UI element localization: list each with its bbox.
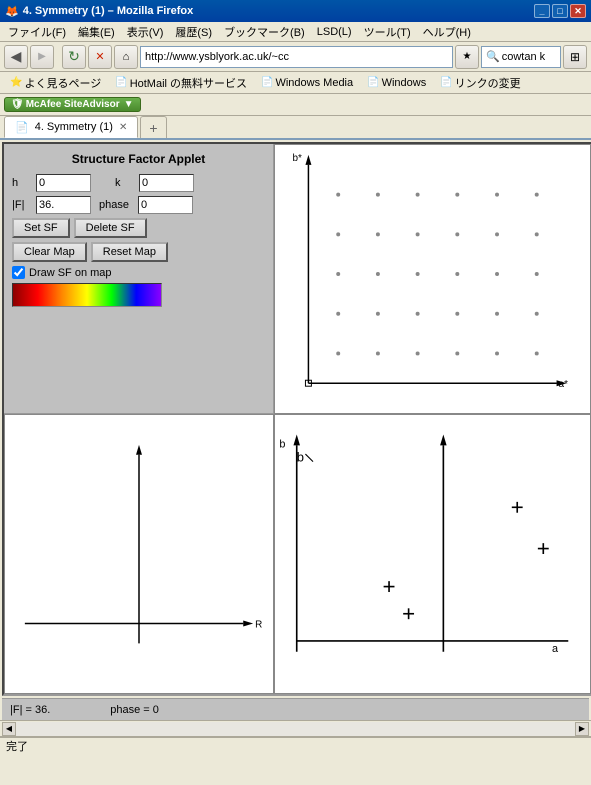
toolbar: ◀ ▶ ↻ ✕ ⌂ http://www.ysblyork.ac.uk/~cc … [0,42,591,72]
bookmark-favorites[interactable]: ⭐ よく見るページ [4,74,107,92]
recip-map[interactable]: a* b* [274,144,591,414]
scrollbar-left-btn[interactable]: ◀ [2,722,16,736]
search-bar[interactable]: 🔍 cowtan k [481,46,561,68]
scrollbar-area: ◀ ▶ [0,720,591,736]
scrollbar-track[interactable] [16,722,575,736]
dot-grid [336,193,538,356]
tab-label: 4. Symmetry (1) [35,121,113,133]
address-bar[interactable]: http://www.ysblyork.ac.uk/~cc [140,46,453,68]
real-space-panel[interactable]: R [4,414,274,694]
stop-button[interactable]: ✕ [88,45,112,69]
applet-container: Structure Factor Applet h k |F| phase Se… [2,142,591,696]
menu-history[interactable]: 履歴(S) [169,23,218,41]
button-row-2: Clear Map Reset Map [12,242,265,262]
if-status: |F| = 36. [10,704,50,716]
f-label: |F| [12,199,32,211]
reload-button[interactable]: ↻ [62,45,86,69]
titlebar-left: 🦊 4. Symmetry (1) – Mozilla Firefox [5,5,193,18]
real-space-svg: R [5,415,273,693]
menubar: ファイル(F) 編集(E) 表示(V) 履歴(S) ブックマーク(B) LSD(… [0,22,591,42]
bookmarks-bar: ⭐ よく見るページ 📄 HotMail の無料サービス 📄 Windows Me… [0,72,591,94]
mcafee-button[interactable]: 🛡 McAfee SiteAdvisor ▼ [4,97,141,112]
recip-y-label: b* [293,153,303,164]
tabbar: 📄 4. Symmetry (1) ✕ + [0,116,591,140]
electron-density-svg: a b b [275,415,590,693]
k-label: k [115,177,135,189]
delete-sf-button[interactable]: Delete SF [74,218,147,238]
titlebar-title: 4. Symmetry (1) – Mozilla Firefox [23,5,194,17]
active-tab[interactable]: 📄 4. Symmetry (1) ✕ [4,116,138,138]
real-x-label: R [255,619,262,630]
menu-help[interactable]: ヘルプ(H) [417,23,477,41]
forward-button[interactable]: ▶ [30,45,54,69]
close-button[interactable]: ✕ [570,4,586,18]
firefox-icon: 🦊 [5,5,19,18]
bookmark-icon-3: 📄 [367,77,379,88]
titlebar-controls[interactable]: _ □ ✕ [534,4,586,18]
bookmark-icon-0: ⭐ [10,77,22,88]
bookmark-icon-1: 📄 [115,77,127,88]
color-bar [12,283,162,307]
applet-title: Structure Factor Applet [12,152,265,166]
bookmark-links[interactable]: 📄 リンクの変更 [434,74,526,92]
reset-map-button[interactable]: Reset Map [91,242,168,262]
tab-icon: 📄 [15,121,29,134]
applet-statusbar: |F| = 36. phase = 0 [2,698,589,720]
menu-edit[interactable]: 編集(E) [72,23,121,41]
h-row: h k [12,174,265,192]
back-button[interactable]: ◀ [4,45,28,69]
bottom-right-y: b [279,439,285,451]
mcafee-bar: 🛡 McAfee SiteAdvisor ▼ [0,94,591,116]
density-peaks [384,502,549,619]
titlebar: 🦊 4. Symmetry (1) – Mozilla Firefox _ □ … [0,0,591,22]
button-row-1: Set SF Delete SF [12,218,265,238]
phase-label: phase [99,199,134,211]
address-text: http://www.ysblyork.ac.uk/~cc [145,51,289,63]
electron-density-panel[interactable]: a b b [274,414,591,694]
bookmark-windows[interactable]: 📄 Windows [361,76,432,90]
h-input[interactable] [36,174,91,192]
draw-sf-label: Draw SF on map [29,267,112,279]
mcafee-icon: 🛡 [11,99,24,110]
home-button[interactable]: ⌂ [114,45,138,69]
menu-bookmarks[interactable]: ブックマーク(B) [218,23,311,41]
mcafee-dropdown-icon[interactable]: ▼ [124,99,134,110]
grid-button[interactable]: ⊞ [563,45,587,69]
maximize-button[interactable]: □ [552,4,568,18]
f-row: |F| phase [12,196,265,214]
control-panel: Structure Factor Applet h k |F| phase Se… [4,144,274,414]
bookmark-wm[interactable]: 📄 Windows Media [255,76,359,90]
set-sf-button[interactable]: Set SF [12,218,70,238]
menu-lsd[interactable]: LSD(L) [311,25,358,39]
bookmark-icon-2: 📄 [261,77,273,88]
phase-status: phase = 0 [110,704,159,716]
f-input[interactable] [36,196,91,214]
bottom-statusbar: 完了 [0,736,591,754]
recip-x-label: a* [559,379,569,390]
menu-file[interactable]: ファイル(F) [2,23,72,41]
tab-close-icon[interactable]: ✕ [119,122,127,133]
b-cursor-label: b [297,450,304,465]
clear-map-button[interactable]: Clear Map [12,242,87,262]
bookmark-hotmail[interactable]: 📄 HotMail の無料サービス [109,74,253,92]
recip-map-svg: a* b* [275,145,590,413]
address-go-button[interactable]: ★ [455,45,479,69]
h-label: h [12,177,32,189]
draw-sf-checkbox[interactable] [12,266,25,279]
draw-sf-row: Draw SF on map [12,266,265,279]
menu-tools[interactable]: ツール(T) [358,23,417,41]
bottom-right-x: a [552,643,559,655]
k-input[interactable] [139,174,194,192]
new-tab-button[interactable]: + [140,116,166,138]
menu-view[interactable]: 表示(V) [121,23,170,41]
main-content: Structure Factor Applet h k |F| phase Se… [0,140,591,720]
minimize-button[interactable]: _ [534,4,550,18]
search-text: cowtan k [502,51,545,63]
phase-input[interactable] [138,196,193,214]
scrollbar-right-btn[interactable]: ▶ [575,722,589,736]
bookmark-icon-4: 📄 [440,77,452,88]
status-text: 完了 [6,738,28,754]
